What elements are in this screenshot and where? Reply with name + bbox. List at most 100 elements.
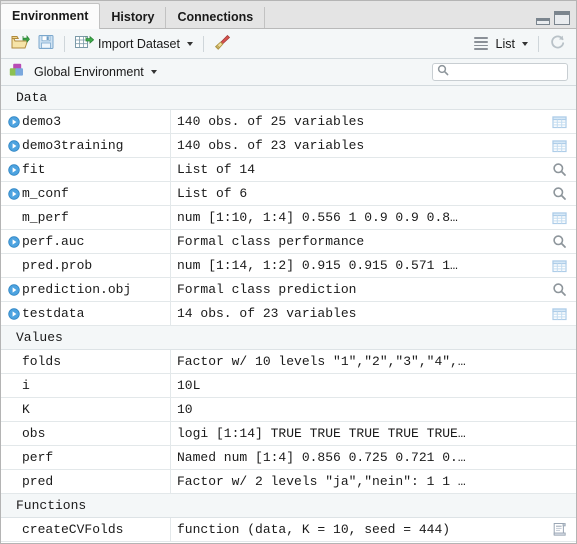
expand-triangle-icon[interactable]: [7, 163, 20, 176]
object-row[interactable]: demo3training 140 obs. of 23 variables: [1, 134, 576, 158]
object-row[interactable]: perf.auc Formal class performance: [1, 230, 576, 254]
chevron-down-icon[interactable]: [522, 41, 528, 46]
tab-history-label: History: [111, 10, 155, 24]
object-row[interactable]: K 10: [1, 398, 576, 422]
clear-workspace-button[interactable]: [210, 32, 235, 56]
object-value: logi [1:14] TRUE TRUE TRUE TRUE TRUE…: [177, 426, 466, 441]
object-action-cell-empty: [542, 374, 576, 397]
object-name: m_perf: [22, 210, 69, 225]
object-value-cell: 10: [171, 398, 542, 421]
object-name-cell: prediction.obj: [1, 278, 171, 301]
object-name-cell: demo3training: [1, 134, 171, 157]
tab-history[interactable]: History: [100, 7, 167, 28]
save-workspace-button[interactable]: [34, 32, 58, 55]
object-name: folds: [22, 354, 62, 369]
expand-triangle-icon[interactable]: [7, 187, 20, 200]
object-row[interactable]: folds Factor w/ 10 levels "1","2","3","4"…: [1, 350, 576, 374]
magnifier-icon[interactable]: [542, 230, 576, 253]
table-icon[interactable]: [542, 254, 576, 277]
object-name-cell: pred: [1, 470, 171, 493]
table-icon[interactable]: [542, 206, 576, 229]
section-header-cell: Data: [1, 86, 47, 109]
expand-triangle-icon[interactable]: [7, 307, 20, 320]
object-row[interactable]: pred.prob num [1:14, 1:2] 0.915 0.915 0.5…: [1, 254, 576, 278]
object-value-cell: 10L: [171, 374, 542, 397]
search-icon: [437, 63, 449, 81]
refresh-button[interactable]: [545, 32, 570, 56]
object-row[interactable]: pred Factor w/ 2 levels "ja","nein": 1 1 …: [1, 470, 576, 494]
object-name-cell: pred.prob: [1, 254, 171, 277]
object-name-cell: demo3: [1, 110, 171, 133]
table-icon[interactable]: [542, 110, 576, 133]
chevron-down-icon[interactable]: [186, 41, 193, 46]
object-value-cell: List of 6: [171, 182, 542, 205]
load-workspace-button[interactable]: [7, 32, 34, 56]
magnifier-icon[interactable]: [542, 158, 576, 181]
object-name-cell: K: [1, 398, 171, 421]
object-action-cell-empty: [542, 446, 576, 469]
object-value: 10: [177, 402, 193, 417]
object-value: num [1:10, 1:4] 0.556 1 0.9 0.9 0.8…: [177, 210, 458, 225]
object-name-cell: i: [1, 374, 171, 397]
tab-environment-label: Environment: [12, 9, 89, 23]
object-action-cell-empty: [542, 470, 576, 493]
object-name-cell: createCVFolds: [1, 518, 171, 541]
object-name: testdata: [22, 306, 85, 321]
object-value: Factor w/ 10 levels "1","2","3","4",…: [177, 354, 466, 369]
import-dataset-button[interactable]: Import Dataset: [71, 33, 197, 55]
tab-environment[interactable]: Environment: [1, 3, 101, 29]
broom-icon: [214, 34, 231, 54]
table-icon[interactable]: [542, 134, 576, 157]
script-icon[interactable]: [542, 518, 576, 541]
object-name-cell: fit: [1, 158, 171, 181]
section-header: Functions: [1, 494, 576, 518]
search-input[interactable]: [449, 66, 563, 78]
object-value-cell: Formal class prediction: [171, 278, 542, 301]
tab-connections[interactable]: Connections: [166, 7, 266, 28]
object-row[interactable]: i 10L: [1, 374, 576, 398]
global-environment-label: Global Environment: [34, 65, 144, 79]
object-row[interactable]: perf Named num [1:4] 0.856 0.725 0.721 0.…: [1, 446, 576, 470]
toolbar-separator-2: [202, 35, 204, 52]
environment-object-grid[interactable]: Data demo3 140 obs. of 25 variables demo3tr…: [1, 86, 576, 543]
expand-triangle-icon[interactable]: [7, 139, 20, 152]
view-mode-label: List: [495, 36, 515, 51]
object-value-cell: 140 obs. of 23 variables: [171, 134, 542, 157]
object-row[interactable]: demo3 140 obs. of 25 variables: [1, 110, 576, 134]
view-mode-button[interactable]: List: [470, 35, 532, 53]
object-row[interactable]: testdata 14 obs. of 23 variables: [1, 302, 576, 326]
minimize-icon[interactable]: [536, 18, 550, 25]
object-row[interactable]: createCVFolds function (data, K = 10, see…: [1, 518, 576, 542]
expand-triangle-icon[interactable]: [7, 115, 20, 128]
global-environment-dropdown[interactable]: Global Environment: [9, 61, 161, 83]
section-title: Values: [16, 330, 63, 345]
object-value: List of 6: [177, 186, 248, 201]
object-name-cell: m_perf: [1, 206, 171, 229]
object-name-cell: m_conf: [1, 182, 171, 205]
magnifier-icon[interactable]: [542, 182, 576, 205]
maximize-icon[interactable]: [554, 11, 570, 25]
object-row[interactable]: m_conf List of 6: [1, 182, 576, 206]
expand-triangle-icon[interactable]: [7, 235, 20, 248]
environment-pane: Environment History Connections Import D…: [0, 0, 577, 544]
object-name: perf: [22, 450, 54, 465]
object-row[interactable]: fit List of 14: [1, 158, 576, 182]
object-value-cell: logi [1:14] TRUE TRUE TRUE TRUE TRUE…: [171, 422, 542, 445]
table-icon[interactable]: [542, 302, 576, 325]
object-row[interactable]: obs logi [1:14] TRUE TRUE TRUE TRUE TRUE…: [1, 422, 576, 446]
object-row[interactable]: prediction.obj Formal class prediction: [1, 278, 576, 302]
object-value: 140 obs. of 23 variables: [177, 138, 365, 153]
object-name: pred: [22, 474, 54, 489]
list-lines-icon: [473, 37, 488, 50]
object-value-cell: function (data, K = 10, seed = 444): [171, 518, 542, 541]
object-value: Named num [1:4] 0.856 0.725 0.721 0.…: [177, 450, 466, 465]
magnifier-icon[interactable]: [542, 278, 576, 301]
object-row[interactable]: m_perf num [1:10, 1:4] 0.556 1 0.9 0.9 0.…: [1, 206, 576, 230]
expand-triangle-icon[interactable]: [7, 283, 20, 296]
object-action-cell-empty: [542, 398, 576, 421]
search-box[interactable]: [432, 63, 568, 81]
object-value: num [1:14, 1:2] 0.915 0.915 0.571 1…: [177, 258, 458, 273]
section-header-cell: Functions: [1, 494, 86, 517]
tab-connections-label: Connections: [177, 10, 254, 24]
chevron-down-icon[interactable]: [150, 70, 157, 74]
